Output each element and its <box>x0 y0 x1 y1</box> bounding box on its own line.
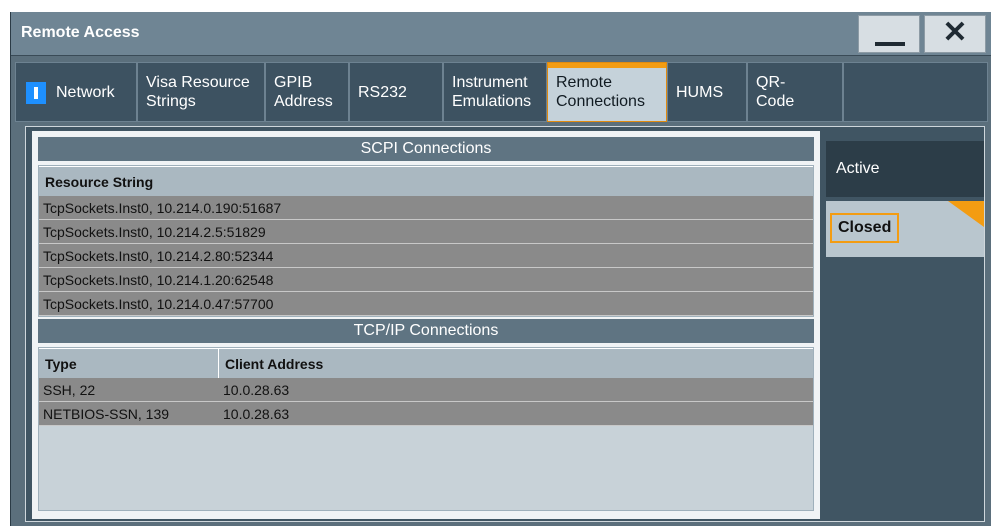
network-marker-icon <box>26 82 46 104</box>
table-cell-client-address[interactable]: 10.0.28.63 <box>219 402 813 426</box>
active-button-label: Active <box>836 160 880 177</box>
table-row[interactable]: TcpSockets.Inst0, 10.214.0.190:51687 <box>39 196 813 220</box>
table-cell-client-address[interactable]: 10.0.28.63 <box>219 378 813 402</box>
tab-rs232[interactable]: RS232 <box>349 62 443 122</box>
minimize-button[interactable] <box>858 15 920 53</box>
tab-visa-resource-strings[interactable]: Visa Resource Strings <box>137 62 265 122</box>
remote-access-dialog: Remote Access ✕ Network Visa Resource Str… <box>10 12 991 526</box>
table-row[interactable]: TcpSockets.Inst0, 10.214.2.80:52344 <box>39 244 813 268</box>
tcpip-connections-table[interactable]: Type Client Address SSH, 22 10.0.28.63 N… <box>38 347 814 511</box>
title-bar: Remote Access ✕ <box>11 12 991 56</box>
selected-corner-marker <box>948 201 984 227</box>
dialog-title: Remote Access <box>21 24 140 41</box>
tab-bar-filler <box>843 62 988 122</box>
close-button[interactable]: ✕ <box>924 15 986 53</box>
tab-hums[interactable]: HUMS <box>667 62 747 122</box>
minimize-icon <box>875 42 905 46</box>
connections-panel: SCPI Connections Resource String TcpSock… <box>32 131 820 519</box>
table-row[interactable]: TcpSockets.Inst0, 10.214.0.47:57700 <box>39 292 813 316</box>
table-cell-type[interactable]: NETBIOS-SSN, 139 <box>39 402 219 426</box>
scpi-connections-table[interactable]: Resource String TcpSockets.Inst0, 10.214… <box>38 165 814 317</box>
tab-label: Network <box>56 84 115 101</box>
tab-gpib-address[interactable]: GPIB Address <box>265 62 349 122</box>
tab-label: Visa Resource Strings <box>146 74 250 110</box>
active-tab-indicator <box>548 63 666 68</box>
content-area: SCPI Connections Resource String TcpSock… <box>25 126 985 522</box>
scpi-connections-heading: SCPI Connections <box>38 137 814 161</box>
tab-qr-code[interactable]: QR- Code <box>747 62 843 122</box>
column-header-type: Type <box>39 348 219 378</box>
table-row[interactable]: TcpSockets.Inst0, 10.214.2.5:51829 <box>39 220 813 244</box>
table-cell-type[interactable]: SSH, 22 <box>39 378 219 402</box>
tab-label: RS232 <box>358 84 407 101</box>
tab-instrument-emulations[interactable]: Instrument Emulations <box>443 62 547 122</box>
tab-label: GPIB Address <box>274 74 333 110</box>
tab-network[interactable]: Network <box>15 62 137 122</box>
tab-bar: Network Visa Resource Strings GPIB Address… <box>15 62 988 122</box>
tab-label: Instrument Emulations <box>452 74 532 110</box>
column-header-client-address: Client Address <box>219 348 813 378</box>
active-button[interactable]: Active <box>826 141 984 197</box>
close-icon: ✕ <box>942 16 968 49</box>
closed-button-label: Closed <box>830 213 900 243</box>
table-row[interactable]: TcpSockets.Inst0, 10.214.1.20:62548 <box>39 268 813 292</box>
column-header-resource-string: Resource String <box>39 166 813 196</box>
side-button-panel: Active Closed <box>826 127 984 521</box>
tab-label: HUMS <box>676 84 724 101</box>
tab-label: Remote Connections <box>556 74 645 110</box>
tab-remote-connections[interactable]: Remote Connections <box>547 62 667 122</box>
tab-label: QR- Code <box>756 74 795 110</box>
tcpip-connections-heading: TCP/IP Connections <box>38 319 814 343</box>
closed-button[interactable]: Closed <box>826 201 984 257</box>
